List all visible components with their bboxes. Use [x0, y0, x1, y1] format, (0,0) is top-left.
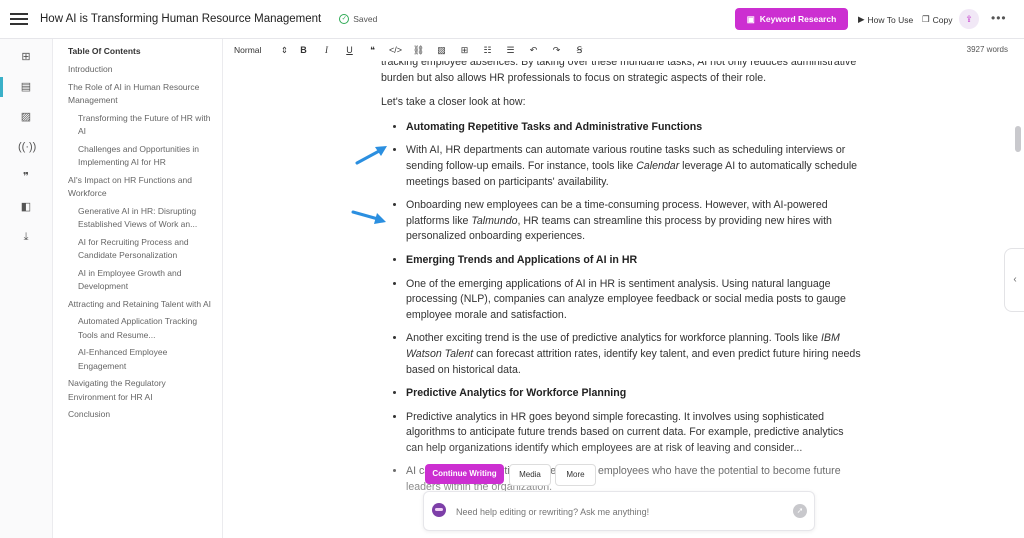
list-item: Predictive analytics in HR goes beyond s…	[406, 410, 861, 457]
media-button[interactable]: Media	[509, 464, 551, 486]
table-of-contents-panel: Table Of Contents Introduction The Role …	[53, 39, 223, 538]
bold-text: Emerging Trends and Applications of AI i…	[406, 253, 638, 266]
bold-text: Automating Repetitive Tasks and Administ…	[406, 120, 703, 133]
text-style-value: Normal	[234, 44, 262, 55]
list-item: With AI, HR departments can automate var…	[406, 143, 861, 190]
italic-text: Calendar	[636, 159, 680, 172]
toc-subitem[interactable]: Transforming the Future of HR with AI	[53, 110, 222, 141]
table-icon[interactable]: ⊞	[453, 45, 476, 56]
list-item: Onboarding new employees can be a time-c…	[406, 198, 861, 245]
send-arrow-icon[interactable]: ➚	[793, 504, 807, 518]
annotation-arrow-icon	[355, 146, 387, 165]
format-toolbar: Normal ⇕ B I U ❝ </> ⛓ ▨ ⊞ ☷ ☰ ↶ ↷ Ꞩ 392…	[223, 39, 1024, 61]
blockquote-icon[interactable]: ❝	[361, 45, 384, 56]
insert-image-icon[interactable]: ▨	[430, 45, 453, 56]
toc-subitem[interactable]: AI in Employee Growth and Development	[53, 265, 222, 296]
ordered-list-icon[interactable]: ☷	[476, 45, 499, 56]
list-item: Emerging Trends and Applications of AI i…	[406, 253, 861, 269]
underline-icon[interactable]: U	[338, 45, 361, 55]
add-section-icon[interactable]: ⊞	[18, 49, 34, 65]
ask-ai-input[interactable]	[454, 501, 778, 523]
scrollbar-thumb[interactable]	[1015, 126, 1021, 152]
code-icon[interactable]: </>	[384, 45, 407, 55]
toc-subitem[interactable]: Challenges and Opportunities in Implemen…	[53, 141, 222, 172]
toc-subitem[interactable]: Generative AI in HR: Disrupting Establis…	[53, 203, 222, 234]
keyword-research-button[interactable]: ▣ Keyword Research	[735, 8, 848, 30]
updown-chevron-icon: ⇕	[280, 44, 288, 55]
share-button[interactable]: ⇪	[959, 9, 979, 29]
text: Another exciting trend is the use of pre…	[406, 332, 821, 345]
quote-icon[interactable]: ❞	[18, 169, 34, 185]
toc-item[interactable]: The Role of AI in Human Resource Managem…	[53, 79, 222, 110]
chevron-left-icon: ‹	[1013, 274, 1017, 285]
copy-icon: ❐	[922, 14, 930, 24]
collapse-panel-tab[interactable]: ‹	[1004, 248, 1024, 312]
sidebar-layout-icon[interactable]: ◧	[18, 199, 34, 215]
toc-item[interactable]: Introduction	[53, 61, 222, 79]
list-item: One of the emerging applications of AI i…	[406, 277, 861, 324]
how-to-use-button[interactable]: ▶ How To Use	[858, 14, 913, 25]
toc-item[interactable]: Conclusion	[53, 406, 222, 424]
editor-pane: Normal ⇕ B I U ❝ </> ⛓ ▨ ⊞ ☷ ☰ ↶ ↷ Ꞩ 392…	[223, 39, 1024, 538]
menu-icon[interactable]	[10, 10, 28, 28]
bold-text: Predictive Analytics for Workforce Plann…	[406, 387, 627, 400]
bullet-list: Automating Repetitive Tasks and Administ…	[381, 120, 861, 496]
undo-icon[interactable]: ↶	[522, 45, 545, 56]
share-icon: ⇪	[965, 14, 973, 24]
broadcast-icon[interactable]: ((·))	[18, 139, 36, 155]
clear-format-icon[interactable]: Ꞩ	[568, 45, 591, 56]
text-style-select[interactable]: Normal ⇕	[234, 45, 288, 56]
redo-icon[interactable]: ↷	[545, 45, 568, 56]
add-image-icon[interactable]: ▨	[18, 109, 34, 125]
continue-writing-button[interactable]: Continue Writing	[425, 464, 504, 484]
left-icon-rail: ⊞ ▤ ▨ ((·)) ❞ ◧ ⤓	[0, 39, 53, 538]
copy-button[interactable]: ❐ Copy	[922, 14, 952, 25]
toc-list: Introduction The Role of AI in Human Res…	[53, 61, 222, 424]
document-title: How AI is Transforming Human Resource Ma…	[40, 13, 322, 25]
ai-assistant-bar: ➚	[423, 491, 815, 531]
word-count: 3927 words	[966, 45, 1008, 54]
assistant-bot-icon	[432, 503, 446, 517]
active-indicator	[0, 77, 3, 97]
toc-item[interactable]: Attracting and Retaining Talent with AI	[53, 296, 222, 314]
paragraph: Let's take a closer look at how:	[381, 96, 526, 109]
more-button[interactable]: More	[555, 464, 596, 486]
bold-icon[interactable]: B	[292, 45, 315, 55]
link-icon[interactable]: ⛓	[407, 45, 430, 56]
list-item: Another exciting trend is the use of pre…	[406, 331, 861, 378]
bullet-list-icon[interactable]: ☰	[499, 45, 522, 56]
outline-icon[interactable]: ▤	[18, 79, 34, 95]
play-circle-icon: ▶	[858, 14, 865, 24]
copy-label: Copy	[932, 14, 953, 25]
text: can forecast attrition rates, identify k…	[406, 347, 861, 376]
list-item: Automating Repetitive Tasks and Administ…	[406, 120, 861, 136]
italic-text: Talmundo	[471, 214, 518, 227]
toc-subitem[interactable]: AI-Enhanced Employee Engagement	[53, 344, 222, 375]
save-status: ✓ Saved	[339, 14, 377, 24]
how-to-use-label: How To Use	[867, 14, 914, 25]
paragraph: tracking employee absences. By taking ov…	[381, 61, 857, 84]
saved-label: Saved	[353, 14, 378, 24]
toc-heading: Table Of Contents	[68, 46, 141, 56]
annotation-arrow-icon	[351, 210, 386, 224]
italic-icon[interactable]: I	[315, 45, 338, 55]
toc-subitem[interactable]: Automated Application Tracking Tools and…	[53, 313, 222, 344]
list-item: Predictive Analytics for Workforce Plann…	[406, 386, 861, 402]
toc-item[interactable]: AI's Impact on HR Functions and Workforc…	[53, 172, 222, 203]
toc-item[interactable]: Navigating the Regulatory Environment fo…	[53, 375, 222, 406]
keyword-icon: ▣	[746, 13, 755, 24]
toc-subitem[interactable]: AI for Recruiting Process and Candidate …	[53, 234, 222, 265]
download-icon[interactable]: ⤓	[18, 229, 34, 245]
check-circle-icon: ✓	[339, 14, 350, 24]
more-options-icon[interactable]: •••	[991, 11, 1007, 25]
keyword-research-label: Keyword Research	[759, 14, 837, 24]
